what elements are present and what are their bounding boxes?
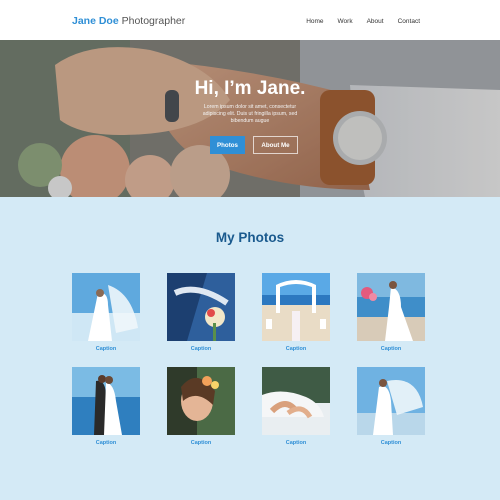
bouquet-on-car-image [167, 273, 235, 341]
photo-thumb-2[interactable] [167, 273, 235, 341]
main-nav: Home Work About Contact [292, 18, 420, 25]
nav-home[interactable]: Home [306, 18, 323, 25]
nav-work[interactable]: Work [338, 18, 353, 25]
bride-veil-sky-image [357, 367, 425, 435]
photo-thumb-4[interactable] [357, 273, 425, 341]
hands-rings-table-image [262, 367, 330, 435]
photo-thumb-1[interactable] [72, 273, 140, 341]
photo-caption-6[interactable]: Caption [167, 440, 235, 446]
photo-thumb-7[interactable] [262, 367, 330, 435]
hero-title: Hi, I’m Jane. [194, 78, 306, 99]
photo-caption-3[interactable]: Caption [262, 346, 330, 352]
bride-veil-ocean-image [72, 273, 140, 341]
photo-caption-7[interactable]: Caption [262, 440, 330, 446]
bride-portrait-flowers-image [167, 367, 235, 435]
about-me-button[interactable]: About Me [253, 136, 298, 154]
photo-caption-2[interactable]: Caption [167, 346, 235, 352]
photo-caption-5[interactable]: Caption [72, 440, 140, 446]
gallery-title: My Photos [215, 230, 285, 245]
beach-ceremony-arch-image [262, 273, 330, 341]
site-header: Jane Doe Photographer Home Work About Co… [0, 0, 500, 40]
couple-kissing-beach-image [72, 367, 140, 435]
photo-caption-8[interactable]: Caption [357, 440, 425, 446]
photos-button[interactable]: Photos [210, 136, 245, 154]
photo-caption-4[interactable]: Caption [357, 346, 425, 352]
photo-caption-1[interactable]: Caption [72, 346, 140, 352]
nav-contact[interactable]: Contact [398, 18, 420, 25]
brand-logo[interactable]: Jane Doe Photographer [72, 15, 185, 27]
photo-thumb-5[interactable] [72, 367, 140, 435]
photo-thumb-6[interactable] [167, 367, 235, 435]
hero-banner: Hi, I’m Jane. Lorem ipsum dolor sit amet… [0, 40, 500, 197]
brand-tagline: Photographer [121, 15, 186, 27]
brand-name: Jane Doe [72, 15, 119, 27]
photo-thumb-8[interactable] [357, 367, 425, 435]
nav-about[interactable]: About [367, 18, 384, 25]
bride-flowers-sea-image [357, 273, 425, 341]
photo-thumb-3[interactable] [262, 273, 330, 341]
hero-subtitle: Lorem ipsum dolor sit amet, consectetur … [202, 104, 298, 124]
hero-content: Hi, I’m Jane. Lorem ipsum dolor sit amet… [0, 40, 500, 197]
